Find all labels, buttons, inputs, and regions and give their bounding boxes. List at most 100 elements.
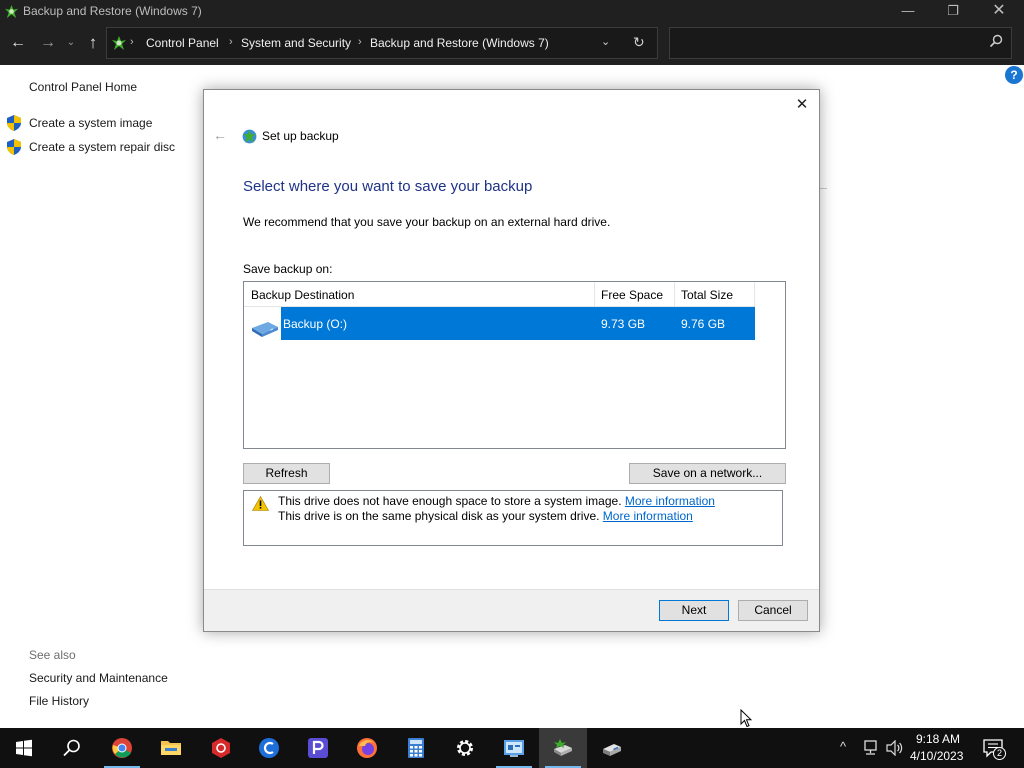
notification-count-badge: 2 <box>993 747 1006 760</box>
control-panel-icon <box>112 36 126 50</box>
start-icon <box>16 739 32 757</box>
taskbar-control-panel[interactable] <box>490 728 538 768</box>
total-size-value: 9.76 GB <box>681 317 726 331</box>
breadcrumb-separator: › <box>130 36 134 48</box>
taskbar-c-app[interactable] <box>245 728 293 768</box>
list-header: Backup Destination Free Space Total Size <box>244 282 755 307</box>
close-window-button[interactable]: ✕ <box>976 0 1022 23</box>
navigation-bar: ← → ⌄ ↑ › Control Panel › System and Sec… <box>0 23 1024 65</box>
breadcrumb-control-panel[interactable]: Control Panel <box>146 36 219 50</box>
next-button[interactable]: Next <box>659 600 729 621</box>
see-also-label: See also <box>29 648 76 662</box>
breadcrumb-separator: › <box>358 36 362 48</box>
warning-icon <box>252 496 269 511</box>
taskbar-backup-drive[interactable] <box>588 728 636 768</box>
taskbar-backup-restore[interactable] <box>539 728 587 768</box>
warning-text: This drive is on the same physical disk … <box>278 509 600 523</box>
uac-shield-icon <box>7 115 21 131</box>
red-app-icon <box>212 738 230 758</box>
create-system-repair-disc-link[interactable]: Create a system repair disc <box>29 140 175 154</box>
breadcrumb-separator: › <box>229 36 233 48</box>
address-bar[interactable]: › Control Panel › System and Security › … <box>106 27 658 59</box>
hard-drive-icon <box>252 322 278 337</box>
window-titlebar: Backup and Restore (Windows 7) — ❐ ✕ <box>0 0 1024 23</box>
calculator-icon <box>408 738 424 758</box>
taskbar-search-button[interactable] <box>48 728 96 768</box>
taskbar-p-app[interactable] <box>294 728 342 768</box>
more-information-link[interactable]: More information <box>603 509 693 523</box>
search-icon <box>63 739 80 757</box>
forward-button[interactable]: → <box>37 32 59 54</box>
free-space-value: 9.73 GB <box>601 317 646 331</box>
backup-wizard-icon <box>242 129 257 144</box>
refresh-button[interactable]: Refresh <box>243 463 330 484</box>
address-dropdown-icon[interactable]: ⌄ <box>601 35 610 48</box>
save-on-network-button[interactable]: Save on a network... <box>629 463 786 484</box>
backup-icon <box>554 739 572 756</box>
setup-backup-dialog: ✕ ← Set up backup Select where you want … <box>203 89 820 632</box>
start-button[interactable] <box>0 728 48 768</box>
backup-destination-list[interactable]: Backup Destination Free Space Total Size… <box>243 281 786 449</box>
clock-time[interactable]: 9:18 AM <box>916 732 960 746</box>
taskbar-chrome[interactable] <box>98 728 146 768</box>
breadcrumb-backup-and-restore[interactable]: Backup and Restore (Windows 7) <box>370 36 549 50</box>
file-explorer-icon <box>161 741 181 755</box>
create-system-image-link[interactable]: Create a system image <box>29 116 152 130</box>
clock-date[interactable]: 4/10/2023 <box>910 749 963 763</box>
uac-shield-icon <box>7 139 21 155</box>
breadcrumb-system-and-security[interactable]: System and Security <box>241 36 351 50</box>
control-panel-home-link[interactable]: Control Panel Home <box>29 80 137 94</box>
taskbar-red-app[interactable] <box>197 728 245 768</box>
column-divider[interactable] <box>594 282 595 307</box>
warning-line: This drive does not have enough space to… <box>278 494 715 508</box>
backup-restore-app-icon <box>4 4 19 19</box>
dialog-title: Set up backup <box>262 129 339 143</box>
network-icon[interactable] <box>862 740 879 756</box>
recommendation-text: We recommend that you save your backup o… <box>243 215 611 229</box>
search-icon[interactable] <box>989 34 1003 48</box>
taskbar-calculator[interactable] <box>392 728 440 768</box>
dialog-back-button[interactable]: ← <box>213 127 227 143</box>
warning-line: This drive is on the same physical disk … <box>278 509 693 523</box>
column-divider[interactable] <box>674 282 675 307</box>
show-hidden-icons-button[interactable]: ^ <box>840 739 846 754</box>
search-box[interactable] <box>669 27 1012 59</box>
chrome-icon <box>112 738 132 758</box>
divider <box>820 188 827 189</box>
column-header-free-space[interactable]: Free Space <box>601 288 663 302</box>
back-button[interactable]: ← <box>7 32 29 54</box>
warning-panel: This drive does not have enough space to… <box>243 490 783 546</box>
window-title: Backup and Restore (Windows 7) <box>23 4 202 18</box>
column-header-total-size[interactable]: Total Size <box>681 288 733 302</box>
firefox-icon <box>357 738 377 758</box>
dialog-heading: Select where you want to save your backu… <box>243 178 533 195</box>
recent-locations-button[interactable]: ⌄ <box>63 32 79 54</box>
backup-drive-icon <box>603 744 621 756</box>
help-icon[interactable]: ? <box>1005 66 1023 84</box>
minimize-button[interactable]: — <box>885 0 931 23</box>
close-dialog-button[interactable]: ✕ <box>793 96 811 114</box>
cancel-button[interactable]: Cancel <box>738 600 808 621</box>
taskbar-file-explorer[interactable] <box>147 728 195 768</box>
list-row-selected[interactable]: Backup (O:) 9.73 GB 9.76 GB <box>281 307 755 340</box>
settings-icon <box>457 740 473 756</box>
p-app-icon <box>308 738 328 758</box>
taskbar-firefox[interactable] <box>343 728 391 768</box>
refresh-icon[interactable]: ↻ <box>633 34 645 51</box>
volume-icon[interactable] <box>886 740 904 756</box>
file-history-link[interactable]: File History <box>29 694 89 708</box>
more-information-link[interactable]: More information <box>625 494 715 508</box>
destination-name: Backup (O:) <box>283 317 348 331</box>
search-input[interactable] <box>676 34 976 52</box>
up-button[interactable]: ↑ <box>82 32 104 54</box>
column-header-destination[interactable]: Backup Destination <box>251 288 354 302</box>
save-backup-on-label: Save backup on: <box>243 262 333 276</box>
control-panel-icon <box>504 740 524 757</box>
security-and-maintenance-link[interactable]: Security and Maintenance <box>29 671 168 685</box>
column-divider[interactable] <box>754 282 755 307</box>
c-app-icon <box>259 738 279 758</box>
maximize-button[interactable]: ❐ <box>930 0 976 23</box>
taskbar-settings[interactable] <box>441 728 489 768</box>
warning-text: This drive does not have enough space to… <box>278 494 622 508</box>
taskbar: ^ 9:18 AM 4/10/2023 2 <box>0 728 1024 768</box>
